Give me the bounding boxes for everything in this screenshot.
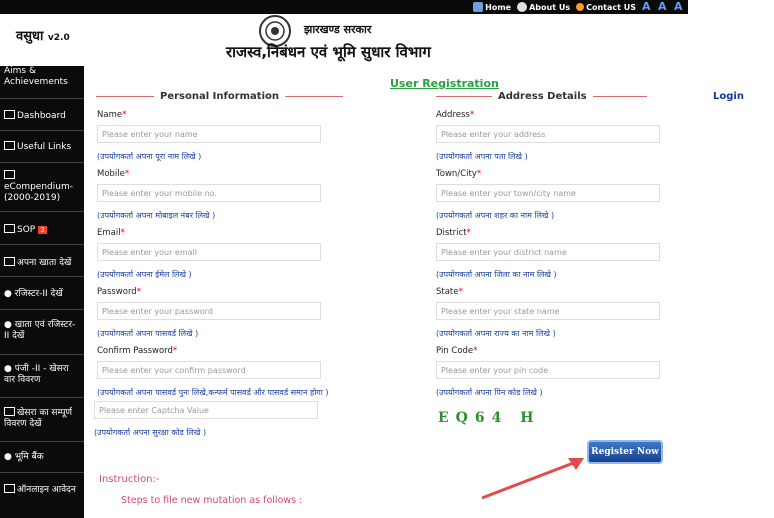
address-heading: Address Details	[436, 91, 647, 102]
address-hint: (उपयोगकर्ता अपना पता लिखे )	[436, 152, 528, 161]
email-label: Email*	[97, 228, 125, 238]
divider	[0, 309, 84, 310]
sidebar-item-dashboard[interactable]: Dashboard	[4, 110, 78, 122]
confirm-password-input[interactable]: Please enter your confirm password	[97, 361, 321, 379]
edit-icon	[4, 484, 15, 493]
divider	[0, 441, 84, 442]
address-label: Address*	[436, 110, 475, 120]
email-input[interactable]: Please enter your email	[97, 243, 321, 261]
site-header: वसुधा v2.0 झारखण्ड सरकार राजस्व,निबंधन ए…	[0, 14, 774, 66]
password-hint: (उपयोगकर्ता अपना पासवर्ड लिखे )	[97, 329, 199, 338]
sidebar-item-sop[interactable]: SOP 3	[4, 224, 78, 236]
district-input[interactable]: Please enter your district name	[436, 243, 660, 261]
state-input[interactable]: Please enter your state name	[436, 302, 660, 320]
eye-icon: ●	[4, 320, 12, 330]
government-name: झारखण्ड सरकार	[304, 23, 372, 36]
state-hint: (उपयोगकर्ता अपना राज्य का नाम लिखे )	[436, 329, 556, 338]
department-name: राजस्व,निबंधन एवं भूमि सुधार विभाग	[226, 43, 431, 61]
list-icon	[4, 257, 15, 266]
instruction-title: Instruction:-	[99, 474, 160, 485]
divider	[0, 98, 84, 99]
sidebar-item-ecompendium[interactable]: eCompendium-(2000-2019)	[4, 170, 78, 204]
sidebar-item-apna-khata[interactable]: अपना खाता देखें	[4, 257, 78, 269]
page-title: User Registration	[390, 77, 499, 90]
divider	[592, 96, 647, 97]
login-link[interactable]: Login	[713, 91, 744, 102]
sidebar-item-aims[interactable]: Aims & Achievements	[4, 66, 78, 88]
mobile-hint: (उपयोगकर्ता अपना मोबाइल नंबर लिखे )	[97, 211, 216, 220]
town-hint: (उपयोगकर्ता अपना शहर का नाम लिखे )	[436, 211, 555, 220]
town-label: Town/City*	[436, 169, 482, 179]
captcha-hint: (उपयोगकर्ता अपना सुरक्षा कोड लिखे )	[94, 428, 207, 437]
register-now-button[interactable]: Register Now	[587, 440, 663, 464]
town-input[interactable]: Please enter your town/city name	[436, 184, 660, 202]
sidebar-item-khata-register[interactable]: ● खाता एवं रजिस्टर-II देखें	[4, 320, 78, 342]
mobile-label: Mobile*	[97, 169, 130, 179]
divider	[0, 244, 84, 245]
pin-code-input[interactable]: Please enter your pin code	[436, 361, 660, 379]
top-bar: Home About Us Contact US	[0, 0, 688, 14]
name-hint: (उपयोगकर्ता अपना पूरा नाम लिखे )	[97, 152, 202, 161]
about-icon	[517, 2, 528, 12]
divider	[0, 211, 84, 212]
divider	[0, 397, 84, 398]
state-label: State*	[436, 287, 463, 297]
district-hint: (उपयोगकर्ता अपना जिला का नाम लिखे )	[436, 270, 557, 279]
name-label: Name*	[97, 110, 127, 120]
about-link[interactable]: About Us	[517, 2, 570, 12]
divider	[0, 162, 84, 163]
divider	[0, 130, 84, 131]
list-icon	[4, 224, 15, 233]
divider	[0, 472, 84, 473]
sidebar-item-bhumi-bank[interactable]: ● भूमि बैंक	[4, 452, 78, 463]
list-icon	[4, 407, 15, 416]
captcha-image: EQ64 H	[438, 410, 541, 426]
sidebar-item-register-2[interactable]: ● रजिस्टर-II देखें	[4, 289, 78, 300]
captcha-input[interactable]: Please enter Captcha Value	[94, 401, 318, 419]
password-label: Password*	[97, 287, 141, 297]
confirm-password-hint: (उपयोगकर्ता अपना पासवर्ड पुनः लिखे,कन्फर…	[97, 388, 329, 397]
confirm-password-label: Confirm Password*	[97, 346, 178, 356]
name-input[interactable]: Please enter your name	[97, 125, 321, 143]
sop-badge: 3	[38, 226, 47, 234]
district-label: District*	[436, 228, 471, 238]
font-increase-icon[interactable]	[674, 0, 684, 13]
font-decrease-icon[interactable]	[642, 0, 652, 13]
sidebar-item-useful-links[interactable]: Useful Links	[4, 141, 78, 153]
pin-code-label: Pin Code*	[436, 346, 478, 356]
sidebar-item-khesra-vivran[interactable]: खेसरा का सम्पूर्ण विवरण देखें	[4, 407, 78, 430]
divider	[96, 96, 154, 97]
personal-heading: Personal Information	[96, 91, 343, 102]
divider	[0, 354, 84, 355]
phone-icon	[576, 3, 585, 11]
chart-icon	[4, 141, 15, 150]
divider	[436, 96, 492, 97]
red-arrow-icon	[481, 458, 584, 500]
address-input[interactable]: Please enter your address	[436, 125, 660, 143]
contact-link[interactable]: Contact US	[576, 3, 636, 12]
top-links: Home About Us Contact US	[473, 0, 684, 14]
mobile-input[interactable]: Please enter your mobile no.	[97, 184, 321, 202]
email-hint: (उपयोगकर्ता अपना ईमेल लिखे )	[97, 270, 192, 279]
font-normal-icon[interactable]	[658, 0, 668, 13]
pin-code-hint: (उपयोगकर्ता अपना पिन कोड लिखे )	[436, 388, 543, 397]
eye-icon: ●	[4, 364, 12, 374]
eye-icon: ●	[4, 452, 12, 462]
instruction-steps: Steps to file new mutation as follows :	[121, 495, 303, 506]
eye-icon: ●	[4, 289, 12, 299]
divider	[285, 96, 343, 97]
home-icon	[473, 2, 484, 12]
sidebar: Aims & Achievements Dashboard Useful Lin…	[0, 66, 84, 518]
chart-icon	[4, 110, 15, 119]
divider	[0, 276, 84, 277]
password-input[interactable]: Please enter your password	[97, 302, 321, 320]
brand-logo[interactable]: वसुधा v2.0	[16, 26, 70, 44]
chart-icon	[4, 170, 15, 179]
sidebar-item-panji-khesra[interactable]: ● पंजी -II - खेसरा वार विवरण	[4, 364, 78, 386]
sidebar-item-online-aavedan[interactable]: ऑनलाइन आवेदन	[4, 484, 78, 496]
home-link[interactable]: Home	[473, 2, 511, 12]
